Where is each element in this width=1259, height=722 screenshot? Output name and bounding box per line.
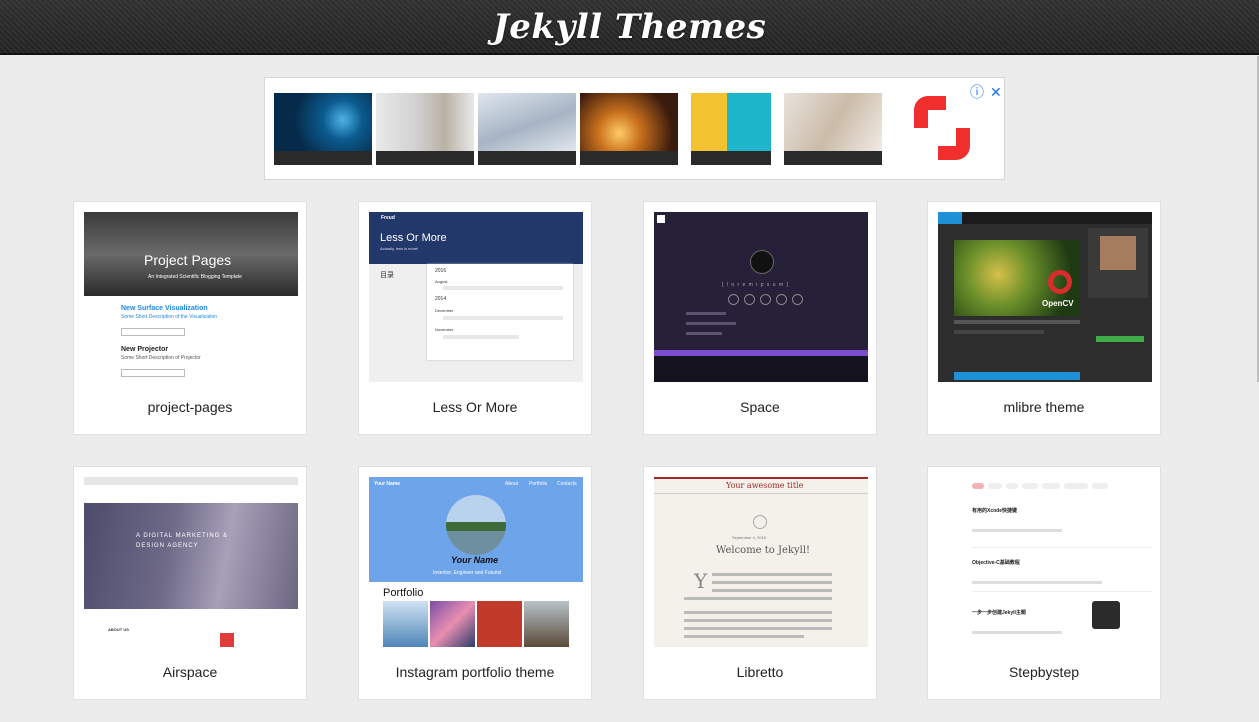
preview-nav: Contacts — [557, 481, 577, 487]
theme-name[interactable]: Space — [644, 399, 876, 415]
theme-card-airspace[interactable]: A DIGITAL MARKETING & DESIGN AGENCY ABOU… — [73, 466, 307, 700]
theme-name[interactable]: Stepbystep — [928, 664, 1160, 680]
close-icon[interactable]: ✕ — [990, 84, 1002, 100]
theme-name[interactable]: project-pages — [74, 399, 306, 415]
preview-hero-subtitle: An Integrated Scientific Blogging Templa… — [148, 274, 242, 280]
ad-banner[interactable]: ⓘ ✕ — [264, 77, 1005, 180]
preview-month: November — [435, 327, 454, 332]
theme-preview[interactable]: Your awesome title September 4, 2016 Wel… — [654, 477, 868, 647]
theme-name[interactable]: Less Or More — [359, 399, 591, 415]
ad-image-particles[interactable] — [274, 93, 372, 165]
preview-year: 2014 — [435, 296, 447, 302]
theme-preview[interactable]: Your Name About Portfolio Contacts Your … — [369, 477, 583, 647]
preview-post-title: New Surface Visualization — [121, 305, 208, 312]
theme-card-stepbystep[interactable]: 有用的Xcode快捷键 Objective-C基础教程 一步一步创建Jekyll… — [927, 466, 1161, 700]
theme-card-less-or-more[interactable]: Freud Less Or More Actually, less is mor… — [358, 201, 592, 435]
site-title[interactable]: Jekyll Themes — [493, 7, 767, 47]
preview-date: September 4, 2016 — [732, 535, 767, 540]
preview-post-subtitle: Some Short Description of Projector — [121, 355, 201, 361]
drop-cap: Y — [694, 569, 708, 593]
theme-card-space[interactable]: [ l o r e m i p s u m ] Space — [643, 201, 877, 435]
theme-name[interactable]: Instagram portfolio theme — [359, 664, 591, 680]
ad-image-laptop[interactable] — [784, 93, 882, 165]
preview-opencv: OpenCV — [1042, 299, 1074, 308]
preview-nav: Portfolio — [529, 481, 548, 487]
preview-post-title: 有用的Xcode快捷键 — [972, 508, 1018, 514]
theme-name[interactable]: mlibre theme — [928, 399, 1160, 415]
preview-section: Portfolio — [383, 587, 424, 599]
site-header: Jekyll Themes — [0, 0, 1259, 55]
theme-preview[interactable]: OpenCV — [938, 212, 1152, 382]
preview-title: Less Or More — [380, 232, 447, 244]
theme-card-mlibre[interactable]: OpenCV mlibre theme — [927, 201, 1161, 435]
preview-post-title: Objective-C基础教程 — [972, 560, 1020, 566]
preview-post-title: 一步一步创建Jekyll主题 — [972, 610, 1026, 616]
ad-image-business[interactable] — [478, 93, 576, 165]
preview-month: December — [435, 308, 454, 313]
preview-post-title: Welcome to Jekyll! — [716, 545, 811, 556]
ad-logo-icon[interactable] — [910, 92, 974, 164]
preview-tagline: Inventor, Engineer and Futurist — [433, 570, 502, 576]
ad-image-room[interactable] — [376, 93, 474, 165]
preview-about: ABOUT US — [108, 627, 129, 632]
preview-site-title: Your awesome title — [726, 481, 804, 490]
preview-hero-title: Project Pages — [144, 252, 232, 268]
theme-preview[interactable]: A DIGITAL MARKETING & DESIGN AGENCY ABOU… — [84, 477, 298, 647]
preview-name: Your Name — [451, 555, 499, 565]
preview-headline: DESIGN AGENCY — [136, 543, 199, 549]
preview-toc: 目录 — [380, 272, 394, 279]
ad-controls: ⓘ ✕ — [970, 84, 1002, 100]
theme-name[interactable]: Airspace — [74, 664, 306, 680]
theme-card-project-pages[interactable]: Project Pages An Integrated Scientific B… — [73, 201, 307, 435]
theme-card-instagram-portfolio[interactable]: Your Name About Portfolio Contacts Your … — [358, 466, 592, 700]
preview-post-subtitle: Some Short Description of the Visualizat… — [121, 314, 218, 320]
theme-preview[interactable]: Freud Less Or More Actually, less is mor… — [369, 212, 583, 382]
theme-card-libretto[interactable]: Your awesome title September 4, 2016 Wel… — [643, 466, 877, 700]
preview-headline: A DIGITAL MARKETING & — [136, 533, 229, 539]
preview-brand: Freud — [381, 215, 395, 221]
preview-tagline: Actually, less is more! — [380, 246, 419, 251]
ad-image-sparkles[interactable] — [580, 93, 678, 165]
theme-name[interactable]: Libretto — [644, 664, 876, 680]
info-icon[interactable]: ⓘ — [970, 84, 984, 100]
theme-preview[interactable]: Project Pages An Integrated Scientific B… — [84, 212, 298, 382]
preview-label: [ l o r e m i p s u m ] — [722, 282, 789, 288]
theme-preview[interactable]: [ l o r e m i p s u m ] — [654, 212, 868, 382]
preview-brand: Your Name — [374, 481, 401, 487]
preview-post-title: New Projector — [121, 346, 169, 353]
ad-image-typewriter[interactable] — [691, 93, 771, 165]
preview-nav: About — [505, 481, 519, 487]
preview-year: 2016 — [435, 268, 447, 274]
preview-month: August — [435, 279, 448, 284]
theme-preview[interactable]: 有用的Xcode快捷键 Objective-C基础教程 一步一步创建Jekyll… — [938, 477, 1152, 647]
